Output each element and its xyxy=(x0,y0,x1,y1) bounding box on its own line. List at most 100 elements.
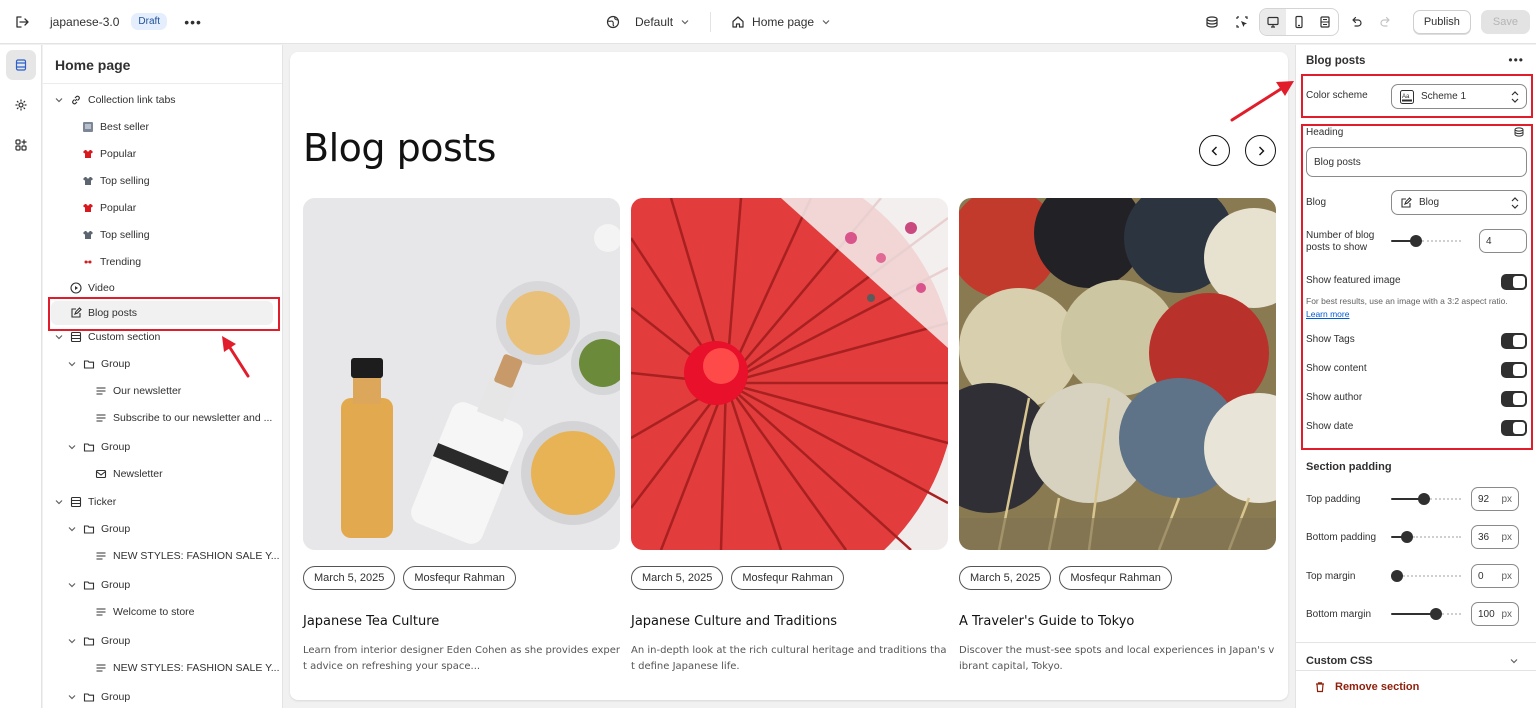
blog-card-title[interactable]: Japanese Tea Culture xyxy=(303,614,620,629)
inspector-icon[interactable] xyxy=(1229,9,1255,35)
tree-item-subscribe-text[interactable]: Subscribe to our newsletter and ... xyxy=(94,406,272,430)
blog-card[interactable]: March 5, 2025 Mosfequr Rahman A Traveler… xyxy=(959,198,1276,675)
top-padding-input[interactable]: 92 px xyxy=(1471,487,1519,511)
tree-item-top-selling[interactable]: Top selling xyxy=(81,169,150,193)
tree-item-group[interactable]: Group xyxy=(66,435,130,459)
tree-item-best-seller[interactable]: Best seller xyxy=(81,115,149,139)
tree-item-label: Ticker xyxy=(88,496,117,508)
chevron-down-icon[interactable] xyxy=(66,358,78,370)
top-margin-input[interactable]: 0 px xyxy=(1471,564,1519,588)
tree-item-label: Group xyxy=(101,579,131,591)
highlight-box xyxy=(1301,124,1533,450)
tree-item-top-selling[interactable]: Top selling xyxy=(81,223,150,247)
section-icon xyxy=(69,495,83,509)
author-pill: Mosfequr Rahman xyxy=(1059,566,1172,590)
chevron-down-icon[interactable] xyxy=(66,635,78,647)
fullwidth-icon[interactable] xyxy=(1312,9,1338,35)
chevron-down-icon[interactable] xyxy=(1509,656,1519,666)
apps-icon[interactable] xyxy=(6,130,36,160)
tree-item-group[interactable]: Group xyxy=(66,352,130,376)
slider-knob[interactable] xyxy=(1391,570,1403,582)
folder-icon xyxy=(82,578,96,592)
text-icon xyxy=(94,384,108,398)
date-pill: March 5, 2025 xyxy=(631,566,724,590)
tree-item-label: Collection link tabs xyxy=(88,94,176,106)
blog-card-image[interactable] xyxy=(959,198,1276,550)
tree-item-popular[interactable]: Popular xyxy=(81,196,136,220)
chevron-down-icon[interactable] xyxy=(53,94,65,106)
chevron-down-icon[interactable] xyxy=(66,441,78,453)
settings-icon[interactable] xyxy=(6,90,36,120)
chevron-down-icon[interactable] xyxy=(53,496,65,508)
slider-track xyxy=(1441,613,1461,615)
blog-card-title[interactable]: Japanese Culture and Traditions xyxy=(631,614,948,629)
tree-item-label: Top selling xyxy=(100,229,150,241)
chevron-down-icon[interactable] xyxy=(66,691,78,703)
slider-knob[interactable] xyxy=(1429,608,1442,620)
undo-icon[interactable] xyxy=(1343,9,1369,35)
more-icon[interactable]: ••• xyxy=(1508,53,1524,67)
blog-card[interactable]: March 5, 2025 Mosfequr Rahman Japanese T… xyxy=(303,198,620,675)
page-dropdown[interactable]: Home page xyxy=(731,15,831,29)
grey-shirt-icon xyxy=(81,174,95,188)
top-padding-slider[interactable] xyxy=(1391,493,1461,505)
bottom-margin-slider[interactable] xyxy=(1391,608,1461,620)
tree-item-label: Best seller xyxy=(100,121,150,133)
folder-icon xyxy=(82,634,96,648)
text-icon xyxy=(94,411,108,425)
product-thumb-icon xyxy=(81,120,95,134)
tree-item-label: Video xyxy=(88,282,115,294)
slider-knob[interactable] xyxy=(1417,493,1430,505)
slider-knob[interactable] xyxy=(1401,531,1414,543)
tree-item-ticker[interactable]: Ticker xyxy=(53,490,116,514)
remove-section-button[interactable]: Remove section xyxy=(1314,681,1419,693)
bottom-margin-input[interactable]: 100 px xyxy=(1471,602,1519,626)
folder-icon xyxy=(82,357,96,371)
database-icon[interactable] xyxy=(1199,9,1225,35)
custom-css-heading[interactable]: Custom CSS xyxy=(1306,655,1373,667)
bottom-padding-slider[interactable] xyxy=(1391,531,1461,543)
publish-button[interactable]: Publish xyxy=(1412,10,1471,34)
save-button[interactable]: Save xyxy=(1480,10,1530,34)
bottom-padding-input[interactable]: 36 px xyxy=(1471,525,1519,549)
blog-card-image[interactable] xyxy=(303,198,620,550)
blog-card-title[interactable]: A Traveler's Guide to Tokyo xyxy=(959,614,1276,629)
chevron-right-icon xyxy=(1258,146,1264,155)
exit-icon[interactable] xyxy=(0,0,44,44)
carousel-next-button[interactable] xyxy=(1245,135,1276,166)
chevron-down-icon[interactable] xyxy=(53,331,65,343)
tree-item-trending[interactable]: Trending xyxy=(81,250,141,274)
carousel-prev-button[interactable] xyxy=(1199,135,1230,166)
globe-icon xyxy=(606,15,620,29)
tree-item-group[interactable]: Group xyxy=(66,629,130,653)
preview-canvas: Blog posts March 5, 2025 Mosfequr Rahman… xyxy=(290,52,1288,700)
remove-section-label: Remove section xyxy=(1335,681,1420,693)
desktop-icon[interactable] xyxy=(1259,9,1286,35)
mobile-icon[interactable] xyxy=(1286,9,1312,35)
page-title: Home page xyxy=(43,45,282,84)
tree-item-popular[interactable]: Popular xyxy=(81,142,136,166)
more-icon[interactable]: ••• xyxy=(181,10,205,34)
tree-item-ticker-text[interactable]: NEW STYLES: FASHION SALE Y... xyxy=(94,656,280,680)
blog-card-image[interactable] xyxy=(631,198,948,550)
chevron-down-icon[interactable] xyxy=(66,579,78,591)
tree-item-group[interactable]: Group xyxy=(66,685,130,708)
trash-icon xyxy=(1314,681,1326,693)
tree-item-group[interactable]: Group xyxy=(66,573,130,597)
unit-label: px xyxy=(1501,570,1512,582)
tree-item-welcome-text[interactable]: Welcome to store xyxy=(94,600,195,624)
text-icon xyxy=(94,549,108,563)
tree-item-group[interactable]: Group xyxy=(66,517,130,541)
tree-item-collection-link-tabs[interactable]: Collection link tabs xyxy=(53,88,176,112)
sections-icon[interactable] xyxy=(6,50,36,80)
tree-item-ticker-text[interactable]: NEW STYLES: FASHION SALE Y... xyxy=(94,544,280,568)
red-shirt-icon xyxy=(81,147,95,161)
tree-item-newsletter[interactable]: Newsletter xyxy=(94,462,163,486)
tree-item-our-newsletter[interactable]: Our newsletter xyxy=(94,379,181,403)
chevron-down-icon[interactable] xyxy=(66,523,78,535)
template-dropdown[interactable]: Default xyxy=(606,15,690,29)
redo-icon[interactable] xyxy=(1373,9,1399,35)
blog-card[interactable]: March 5, 2025 Mosfequr Rahman Japanese C… xyxy=(631,198,948,675)
text-icon xyxy=(94,605,108,619)
top-margin-slider[interactable] xyxy=(1391,570,1461,582)
